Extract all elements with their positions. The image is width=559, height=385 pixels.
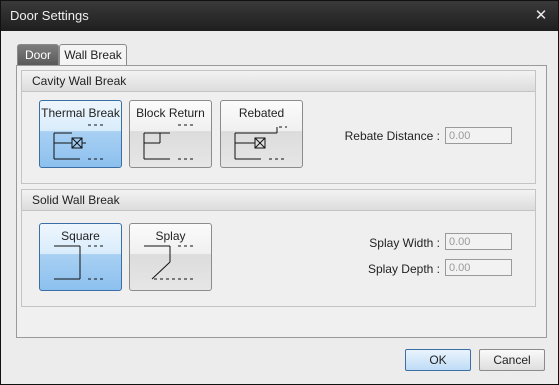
cavity-group-title: Cavity Wall Break <box>22 71 535 92</box>
ok-button[interactable]: OK <box>405 349 471 371</box>
rebated-icon <box>234 126 287 160</box>
splay-icon <box>144 245 196 280</box>
thermal-break-option[interactable]: Thermal Break <box>39 100 122 168</box>
splay-width-field[interactable]: 0.00 <box>445 233 512 250</box>
rebate-distance-label: Rebate Distance : <box>344 129 440 143</box>
cavity-wall-break-group: Cavity Wall Break Thermal Break Block Re… <box>21 70 536 184</box>
rebated-option[interactable]: Rebated <box>220 100 303 168</box>
block-return-icon <box>143 124 196 160</box>
tab-wall-break[interactable]: Wall Break <box>59 44 127 66</box>
solid-wall-break-group: Solid Wall Break Square Splay Splay Widt… <box>21 189 536 307</box>
window-title: Door Settings <box>10 8 89 23</box>
wall-break-panel: Cavity Wall Break Thermal Break Block Re… <box>16 65 547 338</box>
close-icon[interactable]: ✕ <box>532 7 550 25</box>
title-bar[interactable]: Door Settings ✕ <box>1 1 558 31</box>
rebate-distance-field[interactable]: 0.00 <box>445 127 512 144</box>
splay-width-label: Splay Width : <box>369 236 440 250</box>
solid-group-title: Solid Wall Break <box>22 190 535 211</box>
thermal-break-icon <box>53 124 106 160</box>
square-option[interactable]: Square <box>39 223 122 291</box>
splay-depth-field[interactable]: 0.00 <box>445 259 512 276</box>
door-settings-dialog: Door Settings ✕ Door Wall Break Cavity W… <box>0 0 559 385</box>
cancel-button[interactable]: Cancel <box>479 349 545 371</box>
square-icon <box>54 245 106 280</box>
block-return-option[interactable]: Block Return <box>129 100 212 168</box>
splay-depth-label: Splay Depth : <box>367 262 440 276</box>
splay-option[interactable]: Splay <box>129 223 212 291</box>
tab-door[interactable]: Door <box>17 44 59 65</box>
